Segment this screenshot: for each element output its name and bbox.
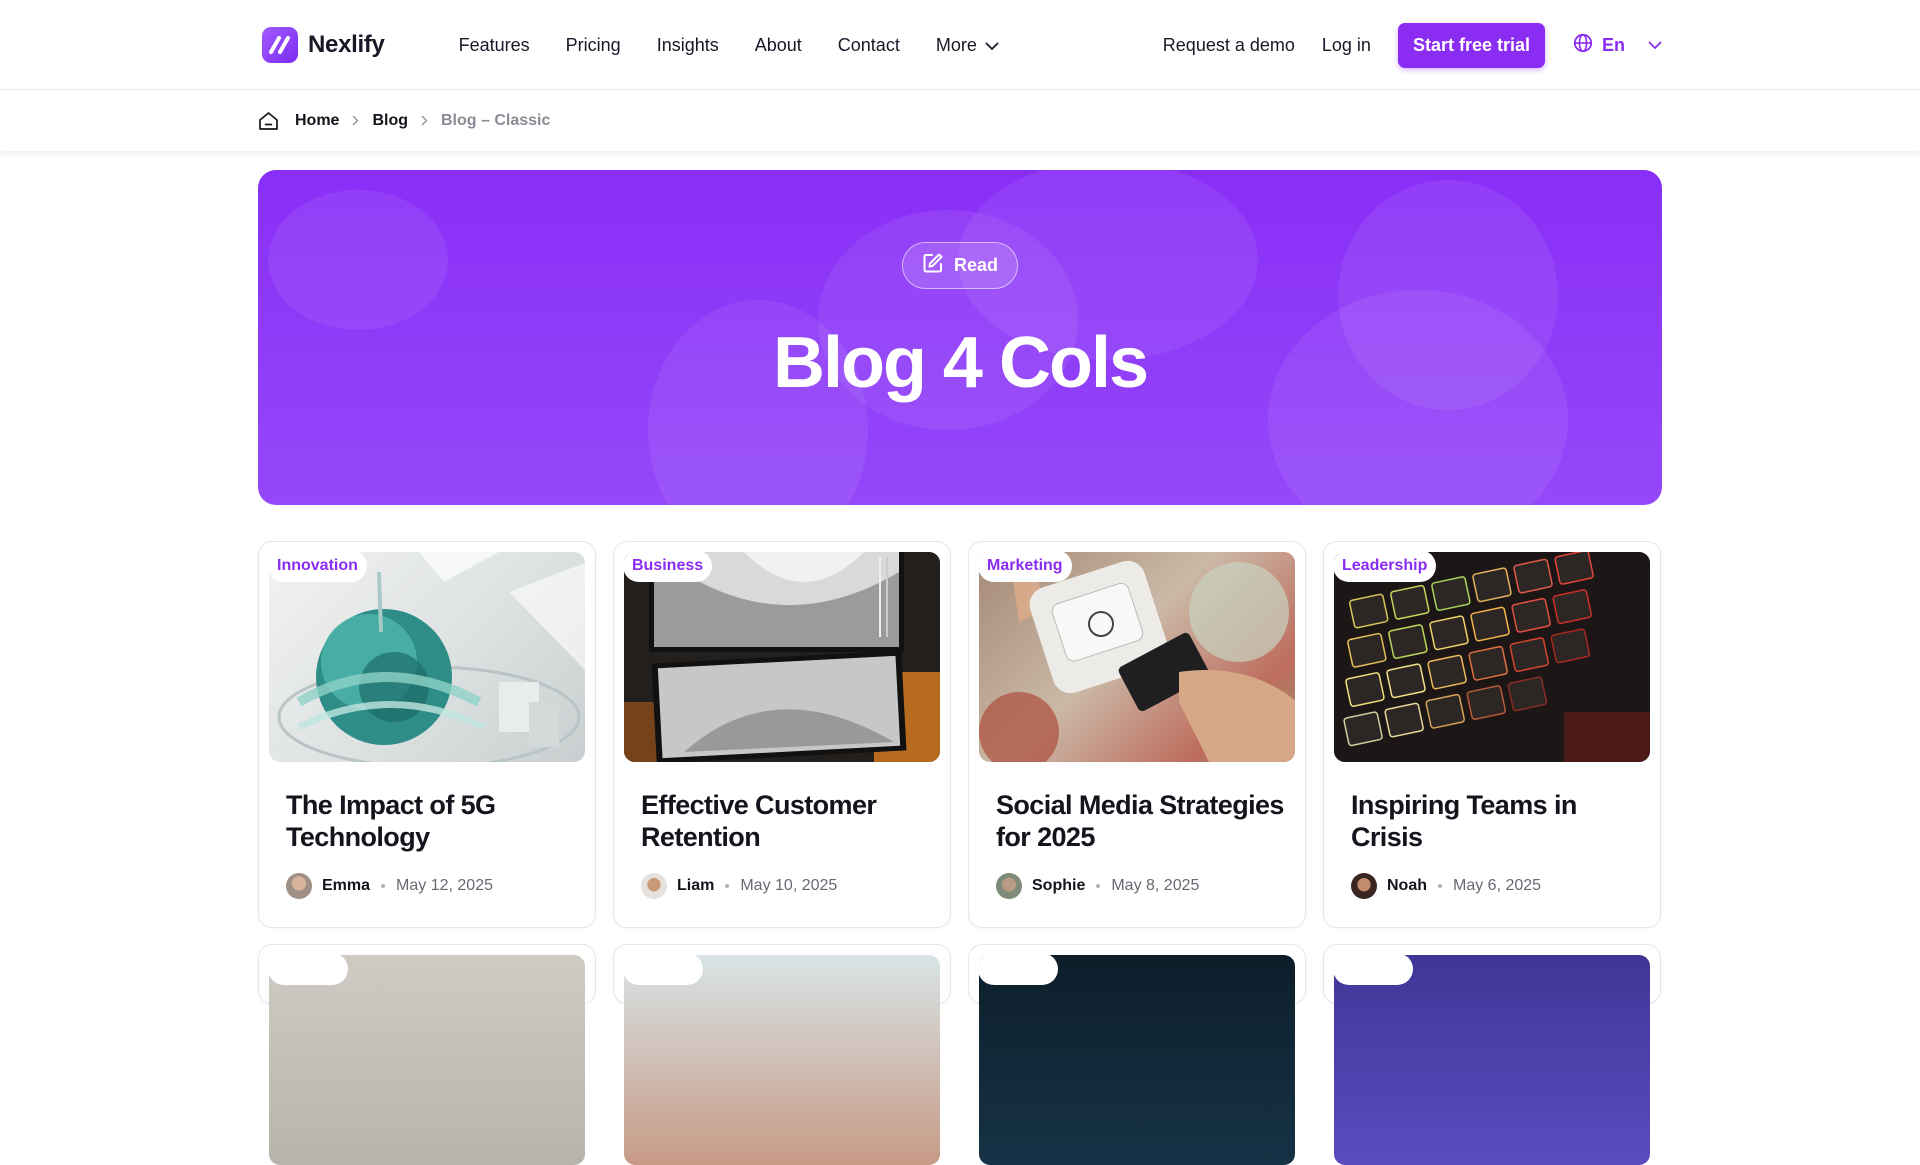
avatar bbox=[996, 873, 1022, 899]
blog-card[interactable]: Innovation The Impact of 5G Technology E… bbox=[258, 541, 596, 928]
avatar bbox=[286, 873, 312, 899]
nav-contact[interactable]: Contact bbox=[838, 35, 900, 56]
post-title[interactable]: Social Media Strategies for 2025 bbox=[996, 789, 1285, 853]
login-link[interactable]: Log in bbox=[1322, 35, 1371, 56]
separator-dot bbox=[1096, 884, 1101, 888]
header-actions: Request a demo Log in Start free trial E… bbox=[1163, 22, 1662, 68]
language-selector[interactable]: En bbox=[1573, 33, 1662, 58]
breadcrumb-bar: Home Blog Blog – Classic bbox=[0, 90, 1920, 151]
chevron-down-icon bbox=[985, 35, 999, 56]
post-meta: Noah May 6, 2025 bbox=[1351, 873, 1541, 899]
hero-banner: Read Blog 4 Cols bbox=[258, 170, 1662, 505]
breadcrumb-blog[interactable]: Blog bbox=[372, 112, 408, 130]
category-tag[interactable]: Innovation bbox=[268, 550, 367, 582]
chevron-right-icon bbox=[421, 115, 428, 126]
header-inner: Nexlify Features Pricing Insights About … bbox=[262, 0, 1662, 90]
breadcrumb-current: Blog – Classic bbox=[441, 111, 551, 129]
post-image bbox=[624, 552, 940, 762]
avatar bbox=[641, 873, 667, 899]
logo-icon bbox=[262, 27, 298, 63]
home-icon[interactable] bbox=[258, 111, 279, 131]
main-nav: Features Pricing Insights About Contact … bbox=[459, 35, 999, 56]
post-meta: Sophie May 8, 2025 bbox=[996, 873, 1199, 899]
post-image bbox=[979, 552, 1295, 762]
post-date: May 6, 2025 bbox=[1453, 877, 1542, 894]
category-tag[interactable]: Marketing bbox=[978, 550, 1072, 582]
logo-link[interactable]: Nexlify bbox=[262, 27, 385, 63]
separator-dot bbox=[1438, 884, 1442, 888]
category-tag[interactable] bbox=[1333, 953, 1413, 985]
post-image bbox=[624, 955, 940, 1165]
avatar bbox=[1351, 873, 1377, 899]
blog-card[interactable] bbox=[613, 944, 951, 1165]
post-image bbox=[1334, 955, 1650, 1165]
post-meta: Liam May 10, 2025 bbox=[641, 873, 837, 899]
globe-icon bbox=[1573, 33, 1593, 58]
post-author[interactable]: Emma bbox=[322, 877, 370, 895]
page-title: Blog 4 Cols bbox=[772, 323, 1149, 403]
blog-card[interactable]: Business Effective Customer Retention Li… bbox=[613, 541, 951, 928]
nav-features[interactable]: Features bbox=[459, 35, 530, 56]
read-badge-label: Read bbox=[953, 255, 999, 275]
post-title[interactable]: The Impact of 5G Technology bbox=[286, 789, 575, 853]
post-image bbox=[269, 955, 585, 1165]
blog-card[interactable] bbox=[968, 944, 1306, 1165]
blog-grid: Innovation The Impact of 5G Technology E… bbox=[258, 541, 1662, 1165]
post-date: May 8, 2025 bbox=[1111, 877, 1200, 894]
separator-dot bbox=[381, 884, 386, 888]
blog-card[interactable] bbox=[1323, 944, 1661, 1165]
brand-name: Nexlify bbox=[308, 31, 385, 58]
chevron-down-icon bbox=[1648, 41, 1662, 50]
chevron-right-icon bbox=[352, 115, 360, 126]
blog-card[interactable] bbox=[258, 944, 596, 1165]
post-title[interactable]: Inspiring Teams in Crisis bbox=[1351, 789, 1640, 853]
category-tag[interactable]: Leadership bbox=[1333, 550, 1437, 582]
post-date: May 12, 2025 bbox=[396, 877, 493, 894]
post-author[interactable]: Sophie bbox=[1032, 877, 1085, 895]
category-tag[interactable] bbox=[268, 953, 348, 985]
nav-more[interactable]: More bbox=[936, 35, 999, 56]
nav-more-label: More bbox=[935, 34, 977, 55]
edit-icon bbox=[922, 252, 944, 279]
language-label: En bbox=[1601, 34, 1625, 55]
request-demo-link[interactable]: Request a demo bbox=[1163, 35, 1295, 56]
read-badge: Read bbox=[901, 242, 1019, 289]
post-image bbox=[1334, 552, 1650, 762]
nav-pricing[interactable]: Pricing bbox=[566, 35, 621, 56]
nav-about[interactable]: About bbox=[755, 35, 802, 56]
separator-dot bbox=[725, 884, 730, 888]
post-image bbox=[269, 552, 585, 762]
post-image bbox=[979, 955, 1295, 1165]
post-author[interactable]: Noah bbox=[1387, 877, 1427, 895]
post-date: May 10, 2025 bbox=[740, 877, 838, 894]
breadcrumb-home[interactable]: Home bbox=[295, 112, 339, 130]
category-tag[interactable] bbox=[623, 953, 703, 985]
post-author[interactable]: Liam bbox=[677, 877, 714, 895]
hero-cloud-decoration bbox=[268, 190, 448, 330]
post-meta: Emma May 12, 2025 bbox=[286, 873, 493, 899]
breadcrumb: Home Blog Blog – Classic bbox=[258, 90, 550, 151]
site-header: Nexlify Features Pricing Insights About … bbox=[0, 0, 1920, 90]
post-title[interactable]: Effective Customer Retention bbox=[641, 789, 930, 853]
nav-insights[interactable]: Insights bbox=[657, 35, 719, 56]
start-trial-button[interactable]: Start free trial bbox=[1397, 22, 1545, 68]
blog-card[interactable]: Leadership Inspiring Teams in Crisis Noa… bbox=[1323, 541, 1661, 928]
blog-card[interactable]: Marketing Social Media Strategies for 20… bbox=[968, 541, 1306, 928]
category-tag[interactable]: Business bbox=[623, 550, 713, 582]
category-tag[interactable] bbox=[978, 953, 1058, 985]
